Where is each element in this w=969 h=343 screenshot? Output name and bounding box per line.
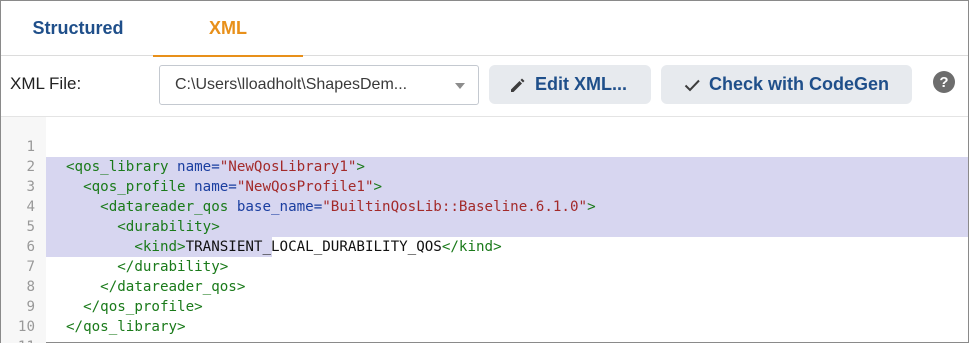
code-line: 6 </durability>: [1, 217, 968, 275]
check-with-codegen-label: Check with CodeGen: [709, 74, 890, 94]
code-line: 4 <durability>: [1, 177, 968, 235]
check-with-codegen-button[interactable]: Check with CodeGen: [661, 65, 912, 104]
xml-file-value: C:\Users\lloadholt\ShapesDem...: [175, 76, 408, 93]
code-line: 11: [1, 317, 968, 343]
tab-bar: Structured XML: [1, 1, 968, 57]
chevron-down-icon: [455, 83, 465, 89]
checkmark-icon: [684, 79, 700, 91]
help-icon[interactable]: ?: [933, 71, 955, 93]
code-line: 9 </qos_library>: [1, 277, 968, 335]
code-line: 3 <datareader_qos base_name="BuiltinQosL…: [1, 157, 968, 215]
pencil-icon: [511, 78, 525, 92]
edit-xml-button[interactable]: Edit XML...: [489, 65, 651, 104]
code-line: 1 <qos_library name="NewQosLibrary1">: [1, 117, 968, 175]
xml-editor-panel: Structured XML XML File: C:\Users\lloadh…: [0, 0, 969, 343]
code-line: 10: [1, 297, 968, 335]
line-number: 11: [1, 337, 35, 343]
code-editor[interactable]: 1 <qos_library name="NewQosLibrary1"> 2 …: [1, 116, 968, 343]
code-line: 5 <kind>TRANSIENT_LOCAL_DURABILITY_QOS</…: [1, 197, 968, 255]
xml-file-label: XML File:: [10, 74, 82, 93]
tab-structured[interactable]: Structured: [3, 1, 153, 56]
edit-xml-label: Edit XML...: [535, 74, 627, 94]
tab-xml[interactable]: XML: [153, 1, 303, 57]
code-line: 7 </datareader_qos>: [1, 237, 968, 295]
xml-toolbar: XML File: C:\Users\lloadholt\ShapesDem..…: [1, 57, 968, 115]
code-line: 8 </qos_profile>: [1, 257, 968, 315]
xml-file-select[interactable]: C:\Users\lloadholt\ShapesDem...: [159, 65, 479, 105]
code-line: 2 <qos_profile name="NewQosProfile1">: [1, 137, 968, 195]
